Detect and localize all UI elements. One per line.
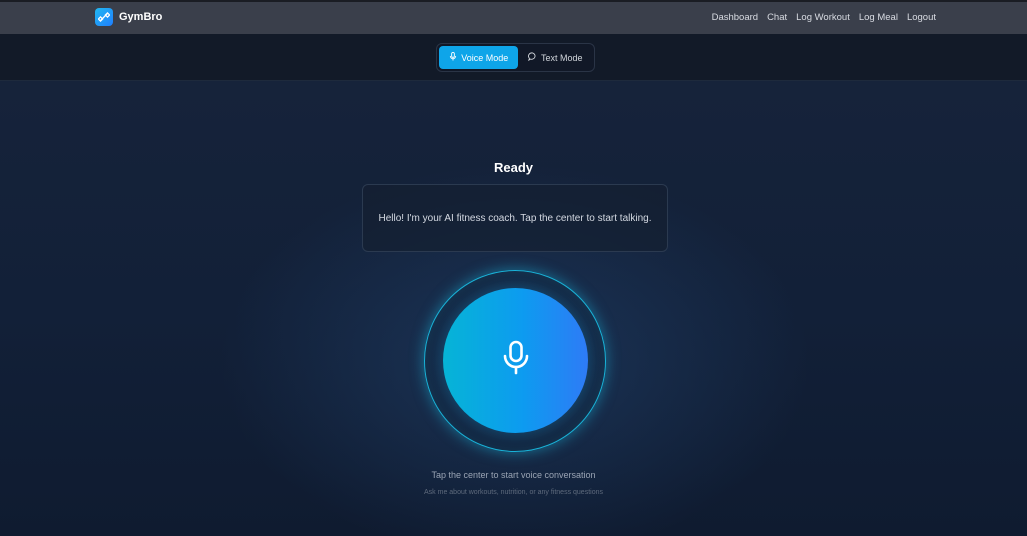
- microphone-icon: [449, 52, 457, 63]
- voice-hint: Tap the center to start voice conversati…: [431, 470, 596, 480]
- mode-toggle: Voice Mode Text Mode: [436, 43, 595, 72]
- nav-link-logout[interactable]: Logout: [907, 12, 936, 23]
- status-title: Ready: [493, 160, 534, 175]
- nav-link-chat[interactable]: Chat: [767, 12, 787, 23]
- top-navbar: GymBro Dashboard Chat Log Workout Log Me…: [0, 0, 1027, 34]
- voice-panel: Ready Hello! I'm your AI fitness coach. …: [0, 81, 1027, 536]
- mic-button[interactable]: [443, 288, 588, 433]
- brand-name: GymBro: [119, 11, 163, 23]
- nav-link-log-meal[interactable]: Log Meal: [859, 12, 898, 23]
- nav-links: Dashboard Chat Log Workout Log Meal Logo…: [712, 12, 936, 23]
- dumbbell-icon: [95, 8, 113, 26]
- microphone-icon: [502, 340, 530, 381]
- nav-link-log-workout[interactable]: Log Workout: [796, 12, 850, 23]
- mode-bar: Voice Mode Text Mode: [0, 34, 1027, 81]
- assistant-message: Hello! I'm your AI fitness coach. Tap th…: [378, 212, 652, 224]
- chat-bubble-icon: [528, 52, 537, 63]
- text-mode-label: Text Mode: [540, 52, 583, 63]
- voice-mode-button[interactable]: Voice Mode: [439, 46, 519, 69]
- brand[interactable]: GymBro: [95, 8, 162, 26]
- assistant-message-card: Hello! I'm your AI fitness coach. Tap th…: [362, 184, 668, 252]
- text-mode-button[interactable]: Text Mode: [518, 46, 592, 69]
- nav-link-dashboard[interactable]: Dashboard: [712, 12, 758, 23]
- voice-mode-label: Voice Mode: [461, 52, 509, 63]
- voice-subhint: Ask me about workouts, nutrition, or any…: [424, 489, 603, 496]
